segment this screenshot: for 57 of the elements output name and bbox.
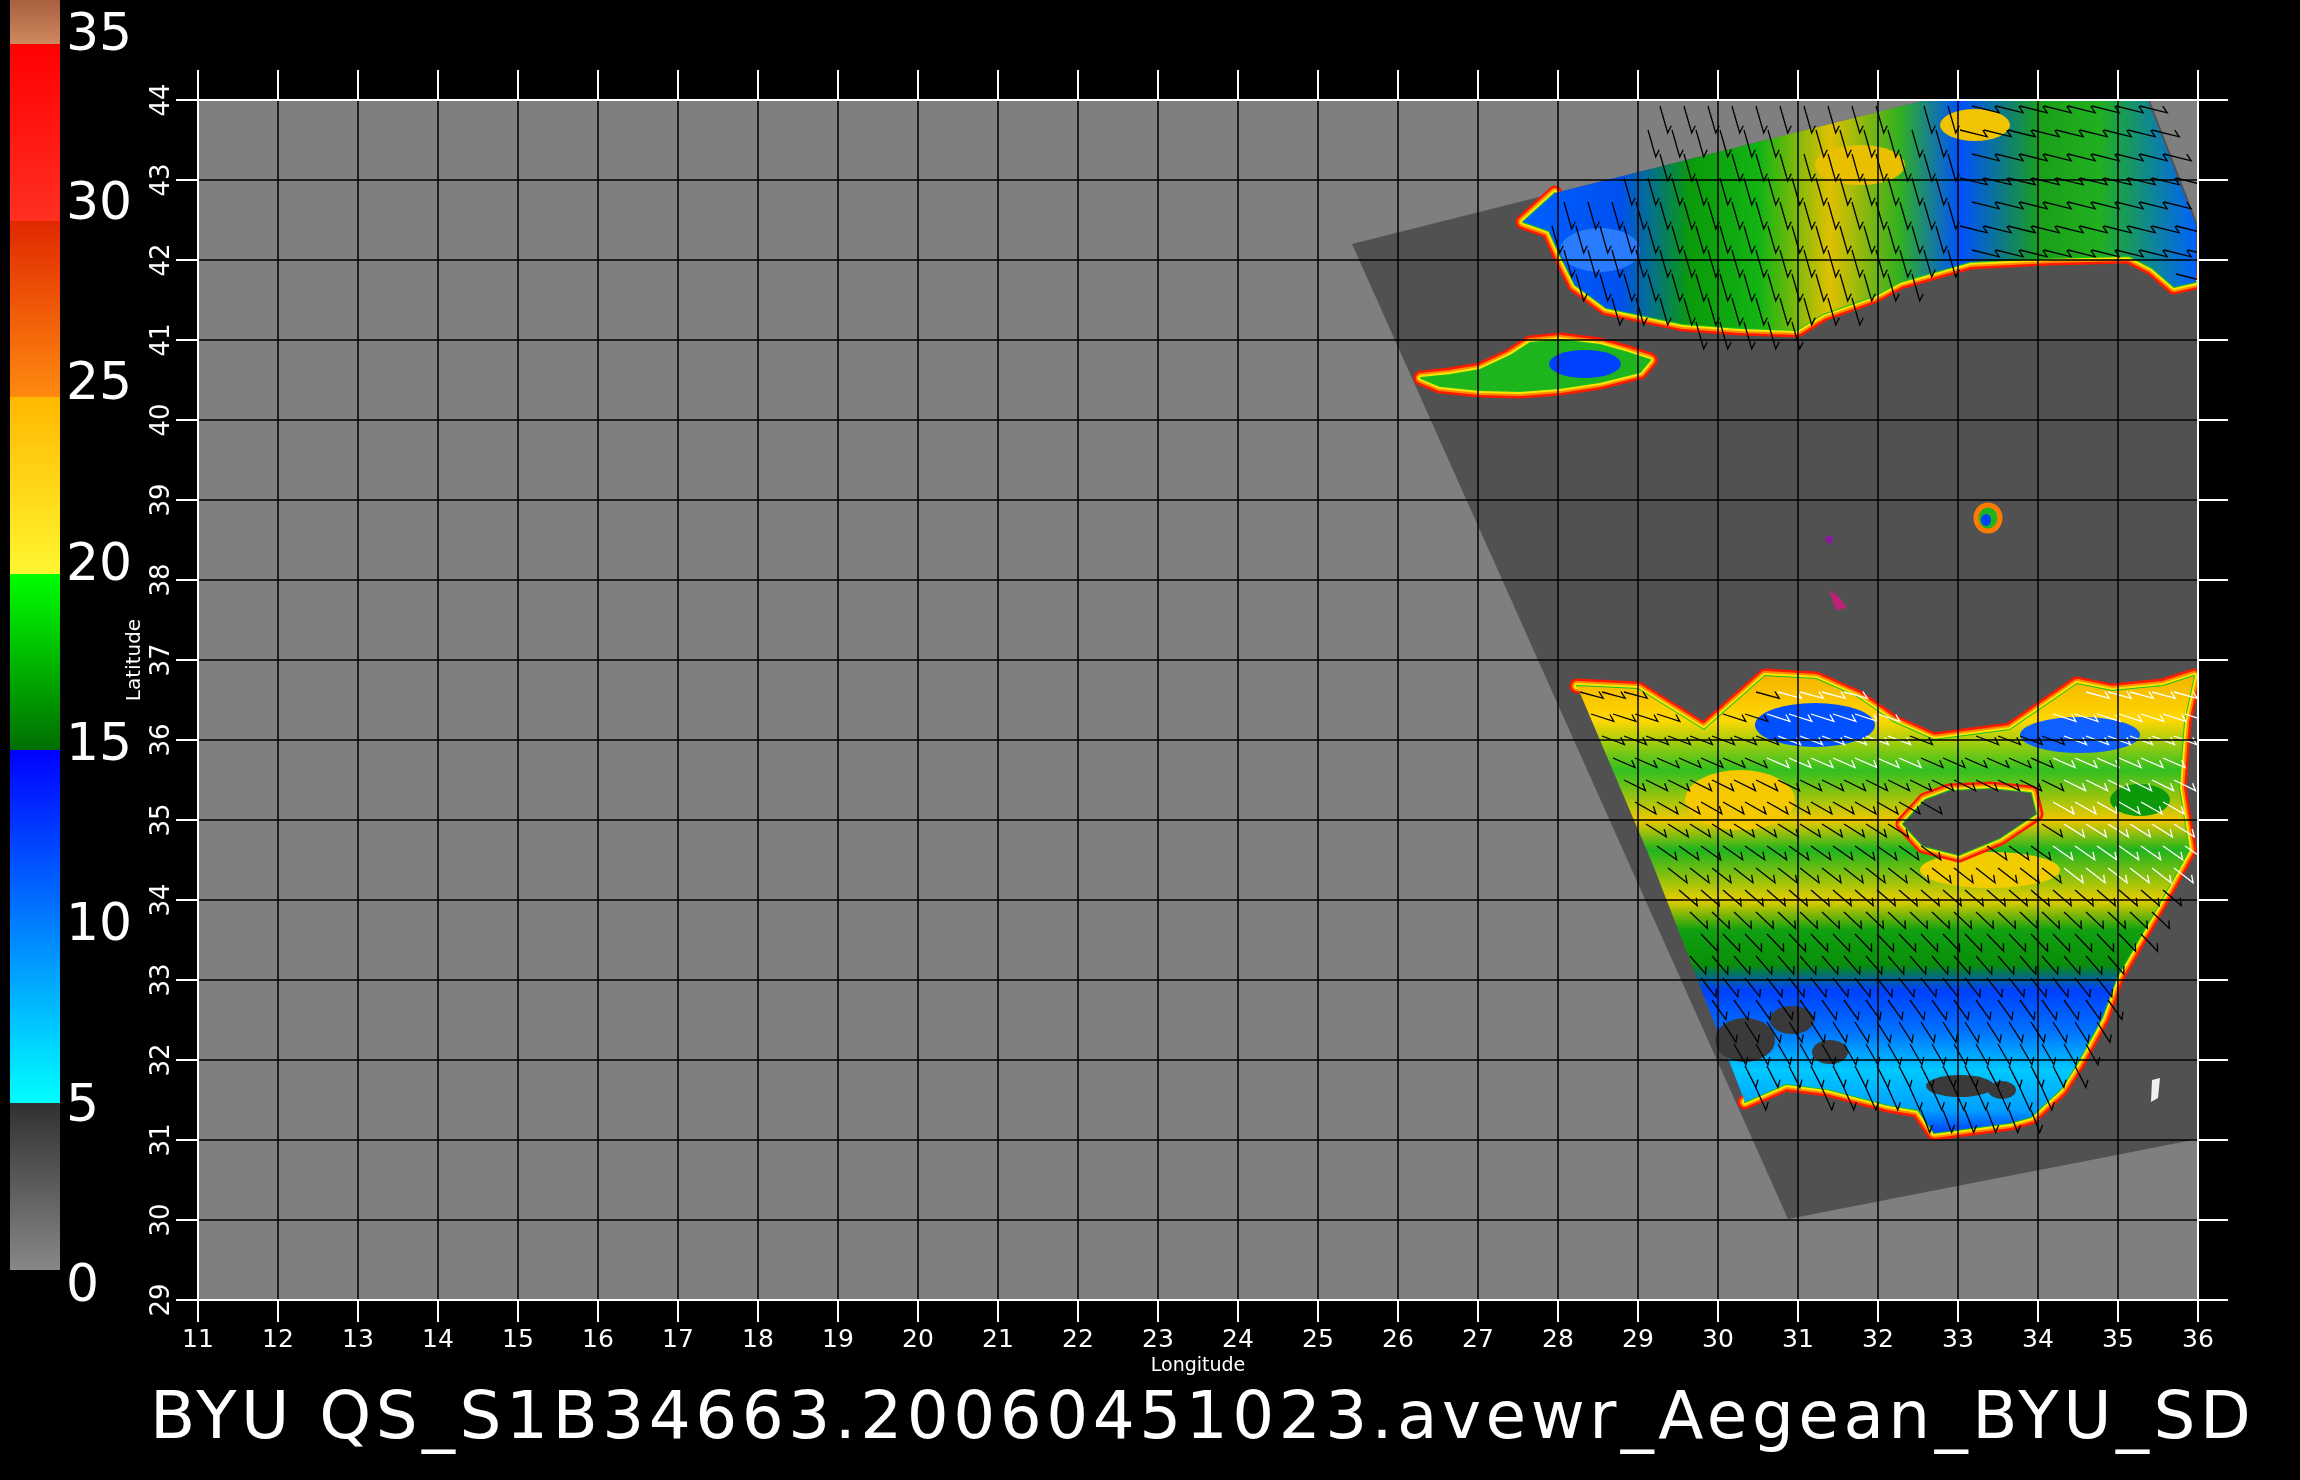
scale-label: 20 [66, 531, 133, 592]
latitude-label: 33 [145, 963, 175, 997]
plot-title: BYU QS_S1B34663.20060451023.avewr_Aegean_BYU_SD [150, 1376, 2256, 1456]
latitude-label: 32 [145, 1043, 175, 1077]
longitude-label: 25 [1302, 1324, 1334, 1353]
longitude-label: 24 [1222, 1324, 1254, 1353]
latitude-label: 42 [145, 243, 175, 277]
longitude-label: 35 [2102, 1324, 2134, 1353]
scale-label: 25 [66, 351, 133, 412]
longitude-label: 28 [1542, 1324, 1574, 1353]
longitude-label: 29 [1622, 1324, 1654, 1353]
data-speck-icon [1829, 590, 1847, 610]
longitude-label: 17 [662, 1324, 694, 1353]
longitude-label: 11 [182, 1324, 214, 1353]
longitude-label: 32 [1862, 1324, 1894, 1353]
longitude-label: 15 [502, 1324, 534, 1353]
longitude-label: 12 [262, 1324, 294, 1353]
longitude-label: 14 [422, 1324, 454, 1353]
longitude-label: 34 [2022, 1324, 2054, 1353]
longitude-label: 21 [982, 1324, 1014, 1353]
scale-label: 5 [66, 1072, 100, 1133]
latitude-label: 31 [145, 1123, 175, 1157]
island-patch-drawing [1973, 502, 2003, 534]
latitude-label: 29 [145, 1283, 175, 1317]
longitude-label: 30 [1702, 1324, 1734, 1353]
latitude-label: 30 [145, 1203, 175, 1237]
x-axis-title: Longitude [1150, 1353, 1246, 1375]
longitude-label: 36 [2182, 1324, 2214, 1353]
longitude-label: 26 [1382, 1324, 1414, 1353]
latitude-label: 39 [145, 483, 175, 517]
longitude-label: 27 [1462, 1324, 1494, 1353]
latitude-label: 36 [145, 723, 175, 757]
scale-label: 35 [66, 2, 133, 62]
longitude-label: 19 [822, 1324, 854, 1353]
longitude-label: 22 [1062, 1324, 1094, 1353]
longitude-label: 13 [342, 1324, 374, 1353]
latitude-label: 38 [145, 563, 175, 597]
latitude-label: 35 [145, 803, 175, 837]
scale-label: 15 [66, 711, 133, 772]
longitude-label: 18 [742, 1324, 774, 1353]
data-speck-icon [2151, 1078, 2160, 1102]
scale-label: 0 [66, 1252, 100, 1313]
longitude-label: 23 [1142, 1324, 1174, 1353]
latitude-label: 37 [145, 643, 175, 677]
latitude-label: 40 [145, 403, 175, 437]
scale-label: 10 [66, 892, 133, 953]
longitude-label: 20 [902, 1324, 934, 1353]
latitude-label: 44 [145, 83, 175, 117]
longitude-label: 31 [1782, 1324, 1814, 1353]
y-axis-title: Latitude [121, 618, 145, 702]
scale-label: 30 [66, 171, 133, 231]
latitude-label: 43 [145, 163, 175, 197]
longitude-label: 33 [1942, 1324, 1974, 1353]
longitude-label: 16 [582, 1324, 614, 1353]
latitude-label: 41 [145, 323, 175, 357]
latitude-label: 34 [145, 883, 175, 917]
data-speck-icon [1824, 535, 1834, 546]
